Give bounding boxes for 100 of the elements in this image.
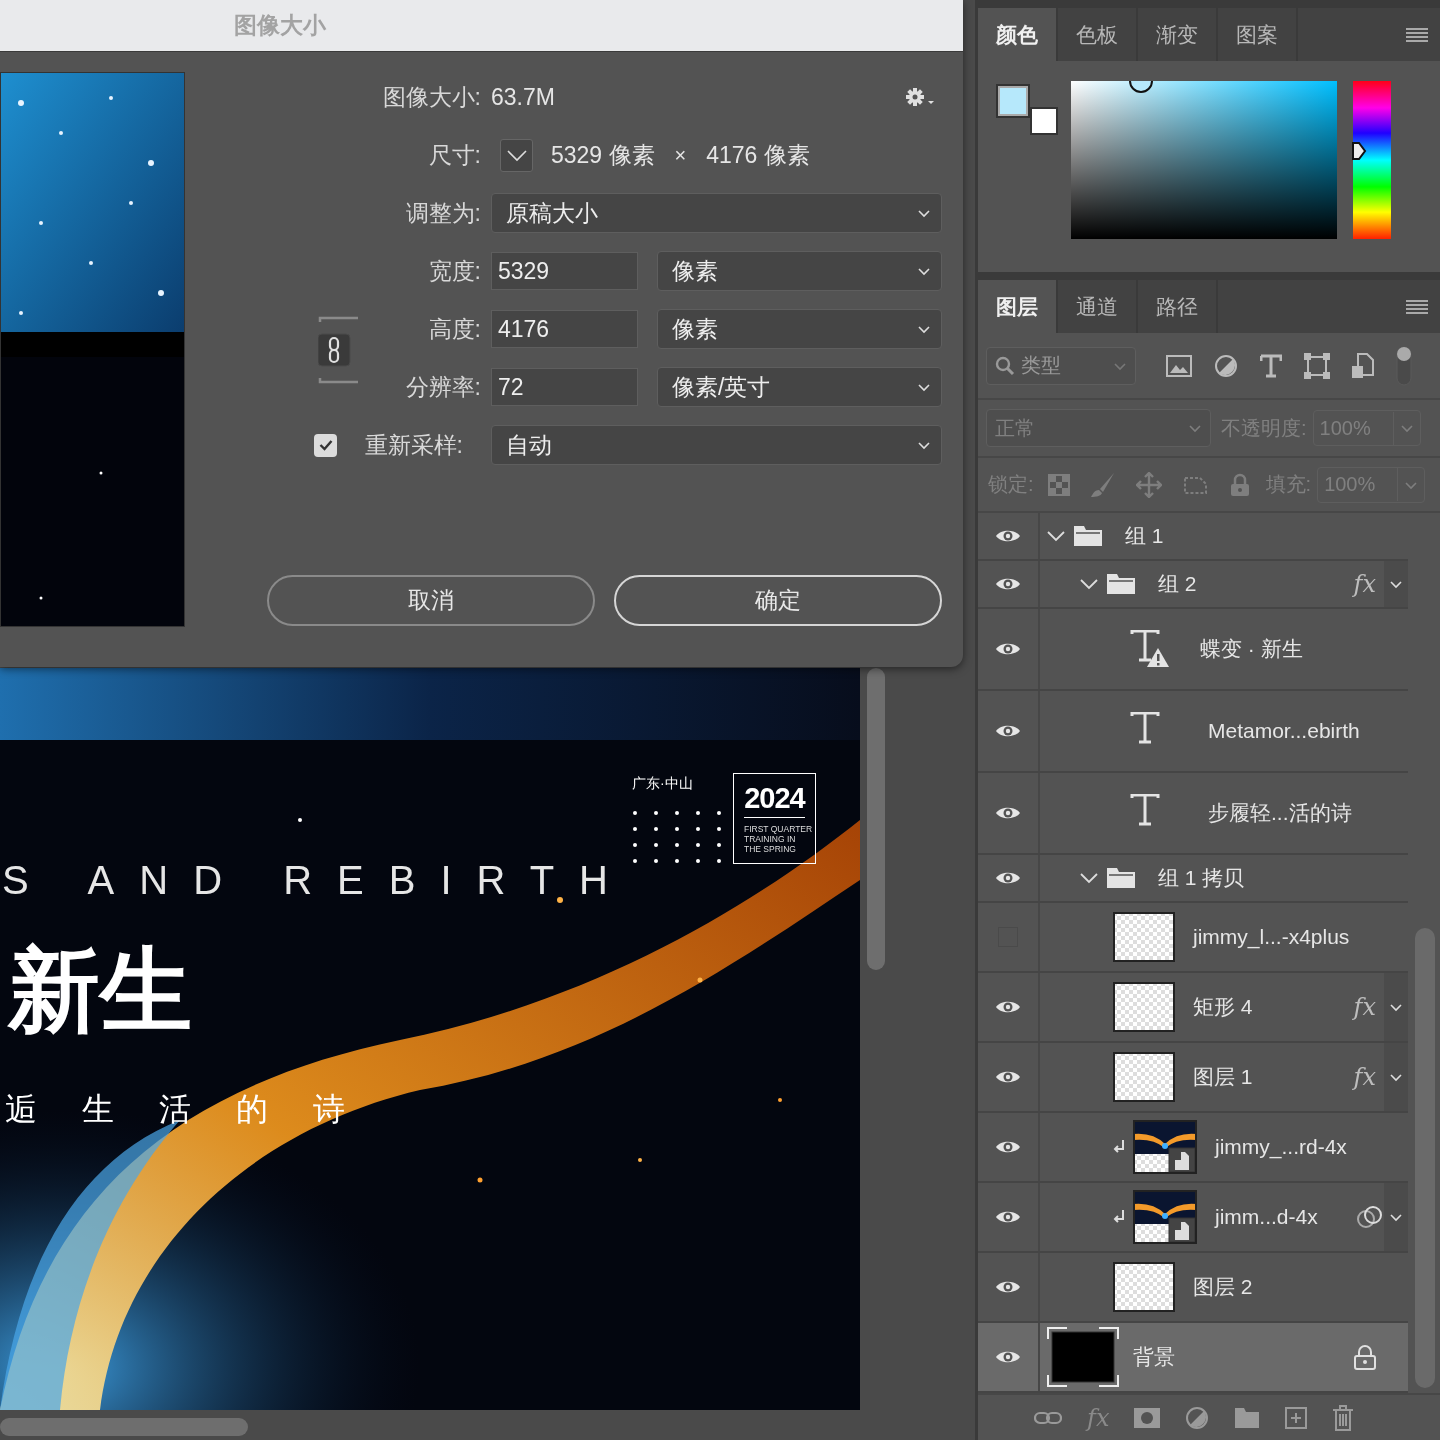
layer-name: 步履轻...活的诗 bbox=[1208, 800, 1352, 826]
eye-icon[interactable] bbox=[995, 805, 1021, 821]
layer-row[interactable]: 组 2 fx bbox=[978, 561, 1408, 609]
slider-thumb[interactable] bbox=[1351, 140, 1367, 161]
number-field[interactable]: 4176 bbox=[491, 310, 638, 348]
eye-icon[interactable] bbox=[995, 528, 1021, 544]
tagline: 逅 生 活 的 诗 bbox=[5, 1092, 345, 1128]
number-field[interactable]: 72 bbox=[491, 368, 638, 406]
checkerboard-icon[interactable] bbox=[1047, 473, 1070, 496]
gear-icon[interactable] bbox=[904, 86, 936, 108]
layer-row[interactable]: 步履轻...活的诗 bbox=[978, 773, 1408, 855]
trash-icon[interactable] bbox=[1332, 1404, 1355, 1431]
height-value: 4176 像素 bbox=[706, 140, 810, 170]
layer-name: 图层 1 bbox=[1193, 1064, 1253, 1090]
panel-tab[interactable]: 图层 bbox=[978, 280, 1058, 333]
layer-name: jimmy_l...-x4plus bbox=[1193, 925, 1350, 949]
layer-row[interactable]: 图层 1 fx bbox=[978, 1043, 1408, 1113]
resample-dropdown[interactable]: 自动 bbox=[491, 425, 942, 465]
layer-thumbnail bbox=[1113, 982, 1175, 1032]
dropdown-button[interactable] bbox=[500, 138, 533, 172]
panel-tab[interactable]: 图案 bbox=[1218, 8, 1298, 61]
layer-row[interactable]: 背景 bbox=[978, 1323, 1408, 1393]
layer-name: 组 1 拷贝 bbox=[1158, 865, 1245, 891]
color-field[interactable] bbox=[1071, 81, 1337, 239]
unit-dropdown[interactable]: 像素 bbox=[657, 251, 942, 291]
folder-icon[interactable] bbox=[1234, 1406, 1261, 1429]
eye-icon[interactable] bbox=[995, 1139, 1021, 1155]
fx-label[interactable]: fx bbox=[1353, 1063, 1376, 1091]
menu-icon[interactable] bbox=[1406, 298, 1428, 315]
eye-icon[interactable] bbox=[995, 641, 1021, 657]
eye-icon[interactable] bbox=[995, 723, 1021, 739]
checkbox[interactable] bbox=[314, 433, 337, 457]
field-label: 宽度: bbox=[427, 256, 481, 286]
ok-button[interactable]: 确定 bbox=[614, 575, 942, 626]
headline: 新生 bbox=[6, 940, 192, 1042]
fx-label[interactable]: fx bbox=[1353, 993, 1376, 1021]
fx-label[interactable]: fx bbox=[1353, 570, 1376, 598]
width-value: 5329 像素 bbox=[551, 140, 655, 170]
field-label: 分辨率: bbox=[404, 372, 481, 402]
panel-tab[interactable]: 颜色 bbox=[978, 8, 1058, 61]
layer-name: 背景 bbox=[1133, 1344, 1175, 1370]
eye-icon[interactable] bbox=[995, 999, 1021, 1015]
folder-icon bbox=[1073, 525, 1103, 547]
eye-icon[interactable] bbox=[995, 576, 1021, 592]
unit-dropdown[interactable]: 像素 bbox=[657, 309, 942, 349]
chevron-icon bbox=[917, 381, 931, 393]
scrollbar[interactable] bbox=[867, 668, 885, 970]
half-circle-icon[interactable] bbox=[1214, 353, 1238, 378]
link-icon[interactable] bbox=[1034, 1409, 1062, 1426]
unit-dropdown[interactable]: 像素/英寸 bbox=[657, 367, 942, 407]
folder-icon bbox=[1106, 867, 1136, 889]
eye-icon[interactable] bbox=[995, 1069, 1021, 1085]
scrollbar[interactable] bbox=[0, 1418, 248, 1436]
panel-tab[interactable]: 通道 bbox=[1058, 280, 1138, 333]
image-icon[interactable] bbox=[1166, 354, 1192, 377]
panel-tab[interactable]: 路径 bbox=[1138, 280, 1218, 333]
layer-row[interactable]: 组 1 拷贝 bbox=[978, 855, 1408, 903]
caret-icon[interactable] bbox=[1080, 578, 1098, 590]
layer-name: jimm...d-4x bbox=[1215, 1205, 1318, 1229]
chevron-icon bbox=[1399, 422, 1414, 434]
layer-name: 蝶变 · 新生 bbox=[1200, 636, 1303, 662]
field-label: 高度: bbox=[427, 314, 481, 344]
caret-icon[interactable] bbox=[1080, 872, 1098, 884]
eye-icon[interactable] bbox=[995, 1279, 1021, 1295]
layer-name: jimmy_...rd-4x bbox=[1215, 1135, 1347, 1159]
eye-icon[interactable] bbox=[995, 870, 1021, 886]
location-text: 广东·中山 bbox=[632, 776, 693, 792]
panel-tab[interactable]: 色板 bbox=[1058, 8, 1138, 61]
lock-icon[interactable] bbox=[1354, 1344, 1376, 1370]
panel-tab[interactable]: 渐变 bbox=[1138, 8, 1218, 61]
background-swatch[interactable] bbox=[1030, 107, 1058, 135]
caret-icon[interactable] bbox=[1047, 530, 1065, 542]
type-icon[interactable] bbox=[1260, 353, 1282, 378]
eye-icon[interactable] bbox=[995, 1349, 1021, 1365]
layer-name: 矩形 4 bbox=[1193, 994, 1253, 1020]
layer-row[interactable]: jimm...d-4x bbox=[978, 1183, 1408, 1253]
toggle-switch[interactable] bbox=[1396, 345, 1412, 386]
layer-thumbnail bbox=[1133, 1190, 1197, 1244]
layer-row[interactable]: jimmy_...rd-4x bbox=[978, 1113, 1408, 1183]
menu-icon[interactable] bbox=[1406, 26, 1428, 43]
layer-row[interactable]: Metamor...ebirth bbox=[978, 691, 1408, 773]
badge-text: TRAINING IN bbox=[744, 834, 796, 844]
layer-row[interactable]: 蝶变 · 新生 bbox=[978, 609, 1408, 691]
layer-row[interactable]: 图层 2 bbox=[978, 1253, 1408, 1323]
document-icon[interactable] bbox=[1352, 352, 1374, 379]
dialog-title: 图像大小 bbox=[234, 11, 326, 40]
new-layer-icon[interactable] bbox=[1285, 1406, 1308, 1429]
transform-icon[interactable] bbox=[1304, 352, 1330, 379]
foreground-swatch[interactable] bbox=[996, 84, 1030, 118]
mask-icon[interactable] bbox=[1134, 1407, 1161, 1428]
chain-link-icon[interactable] bbox=[318, 316, 360, 384]
eye-icon[interactable] bbox=[995, 1209, 1021, 1225]
fit-dropdown[interactable]: 原稿大小 bbox=[491, 193, 942, 233]
layer-row[interactable]: jimmy_l...-x4plus bbox=[978, 903, 1408, 973]
number-field[interactable]: 5329 bbox=[491, 252, 638, 290]
layer-row[interactable]: 矩形 4 fx bbox=[978, 973, 1408, 1043]
layer-row[interactable]: 组 1 bbox=[978, 513, 1408, 561]
cancel-button[interactable]: 取消 bbox=[267, 575, 595, 626]
chevron-icon[interactable] bbox=[1384, 561, 1408, 607]
half-circle-icon[interactable] bbox=[1185, 1405, 1210, 1430]
